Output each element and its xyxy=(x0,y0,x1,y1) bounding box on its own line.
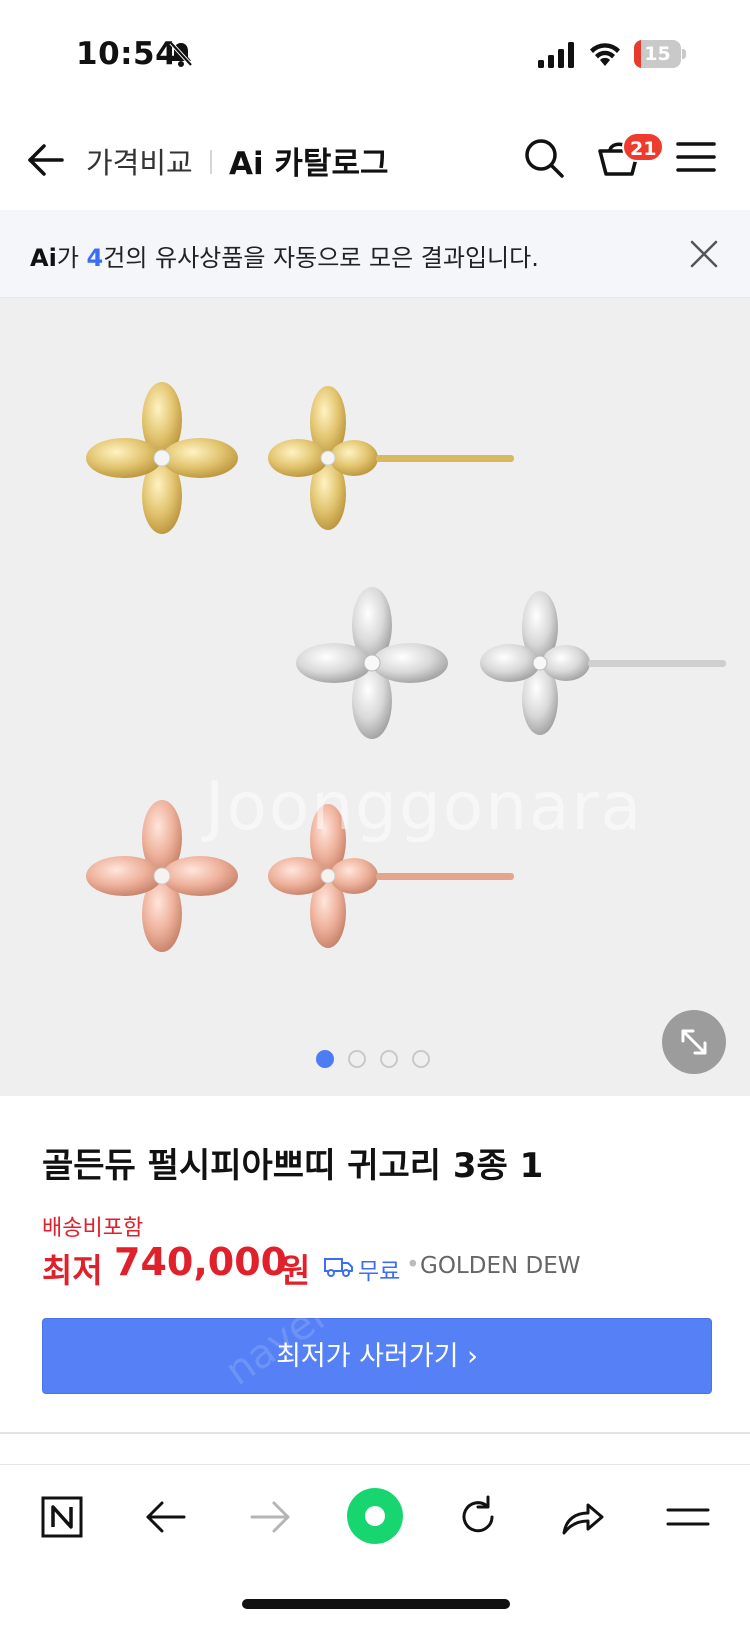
reload-icon[interactable] xyxy=(454,1493,502,1541)
status-time: 10:54 xyxy=(76,36,178,72)
ai-mark: Ai xyxy=(30,244,57,272)
price-value: 740,000 xyxy=(114,1240,288,1284)
forward-icon[interactable] xyxy=(246,1493,294,1541)
battery-cap xyxy=(682,49,686,59)
image-watermark: Joonggonara xyxy=(205,768,644,845)
carousel-dot-1[interactable] xyxy=(316,1050,334,1068)
ai-notice-after: 건의 유사상품을 자동으로 모은 결과입니다. xyxy=(103,244,539,272)
app-header: 가격비교 Ai 카탈로그 21 xyxy=(0,110,750,210)
browser-bottom-bar xyxy=(0,1464,750,1626)
expand-icon[interactable] xyxy=(662,1010,726,1074)
separator-dot: • xyxy=(406,1252,420,1278)
battery-icon: 15 xyxy=(634,40,686,68)
product-title: 골든듀 펄시피아쁘띠 귀고리 3종 1 xyxy=(42,1146,544,1186)
header-title-ai-catalog: Ai 카탈로그 xyxy=(229,146,389,182)
home-icon[interactable] xyxy=(346,1487,404,1545)
carousel-dot-2[interactable] xyxy=(348,1050,366,1068)
header-divider xyxy=(210,150,212,174)
ai-notice-count: 4 xyxy=(86,244,104,272)
carousel-pagination xyxy=(316,1050,430,1070)
header-title-price-compare[interactable]: 가격비교 xyxy=(86,140,193,182)
browser-menu-icon[interactable] xyxy=(664,1493,712,1541)
wifi-icon xyxy=(590,43,620,66)
naver-n-icon[interactable] xyxy=(38,1493,86,1541)
status-bar: 10:54 15 xyxy=(0,0,750,110)
seller-name[interactable]: GOLDEN DEW xyxy=(420,1253,580,1279)
bell-slash-icon xyxy=(169,41,193,67)
section-gap xyxy=(0,1434,750,1464)
search-icon[interactable] xyxy=(522,136,566,180)
buy-lowest-price-button[interactable]: 최저가 사러가기 › xyxy=(42,1318,712,1394)
ai-notice-text: Ai가 4건의 유사상품을 자동으로 모은 결과입니다. xyxy=(30,238,539,273)
ai-notice-banner: Ai가 4건의 유사상품을 자동으로 모은 결과입니다. xyxy=(0,210,750,298)
product-image-carousel[interactable]: Joonggonara xyxy=(0,298,750,1096)
earrings-image xyxy=(86,382,726,952)
battery-body: 15 xyxy=(634,40,681,68)
battery-level: 15 xyxy=(644,43,671,65)
free-shipping-label: 무료 xyxy=(358,1259,401,1285)
price-unit: 원 xyxy=(280,1251,311,1290)
truck-icon xyxy=(324,1258,353,1277)
menu-icon[interactable] xyxy=(676,140,716,174)
carousel-dot-3[interactable] xyxy=(380,1050,398,1068)
back-arrow-icon[interactable] xyxy=(26,140,66,180)
shipping-included-label: 배송비포함 xyxy=(42,1216,144,1241)
signal-icon xyxy=(538,42,574,68)
price-row: 최저 740,000 원 무료 • GOLDEN DEW xyxy=(42,1240,742,1290)
share-icon[interactable] xyxy=(558,1493,606,1541)
home-indicator xyxy=(242,1599,510,1609)
close-icon[interactable] xyxy=(690,240,718,268)
ai-notice-before: 가 xyxy=(56,244,87,272)
carousel-dot-4[interactable] xyxy=(412,1050,430,1068)
back-icon[interactable] xyxy=(142,1493,190,1541)
price-prefix: 최저 xyxy=(42,1251,103,1290)
cart-count-badge: 21 xyxy=(622,132,665,162)
